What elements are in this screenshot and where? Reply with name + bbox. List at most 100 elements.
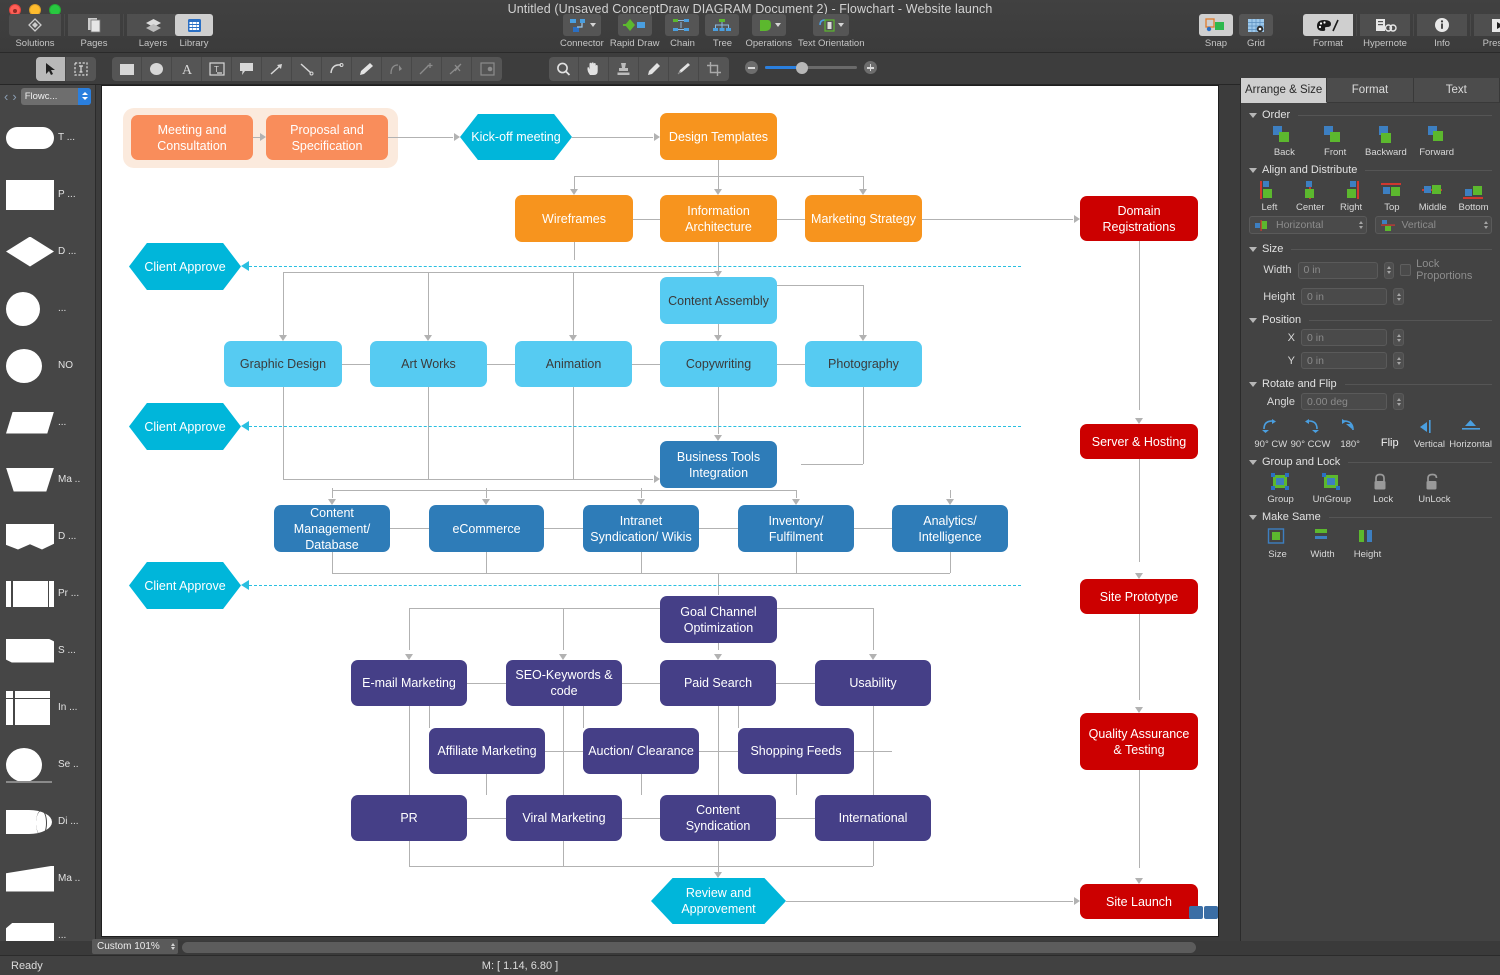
add-point-icon[interactable] bbox=[412, 57, 442, 81]
zoom-level-select[interactable]: Custom 101% bbox=[92, 939, 178, 954]
diagram-canvas[interactable]: Meeting and ConsultationProposal and Spe… bbox=[101, 85, 1219, 937]
grid-icon[interactable] bbox=[1239, 14, 1273, 36]
list-item[interactable]: D ... bbox=[0, 223, 94, 280]
make-same-size-button[interactable]: Size bbox=[1255, 528, 1300, 560]
disclosure-triangle-icon[interactable] bbox=[1249, 382, 1257, 387]
line-icon[interactable] bbox=[292, 57, 322, 81]
list-item[interactable]: ... bbox=[0, 280, 94, 337]
minus-icon[interactable] bbox=[745, 61, 758, 74]
angle-input[interactable]: 0.00 deg bbox=[1301, 393, 1387, 410]
rotate-90ccw-button[interactable]: 90° CCW bbox=[1291, 418, 1331, 450]
bezier-icon[interactable] bbox=[382, 57, 412, 81]
chain-icon[interactable] bbox=[665, 14, 699, 36]
present-icon[interactable] bbox=[1474, 14, 1500, 36]
diagram-node-photography[interactable]: Photography bbox=[805, 341, 922, 387]
toolbar-connector[interactable]: Connector bbox=[557, 14, 607, 49]
diagram-node-paid[interactable]: Paid Search bbox=[660, 660, 776, 706]
diagram-node-inventory[interactable]: Inventory/ Fulfilment bbox=[738, 505, 854, 552]
library-dropdown[interactable]: Flowc... bbox=[21, 88, 91, 105]
toolbar-rapid-draw[interactable]: Rapid Draw bbox=[607, 14, 663, 49]
diagram-node-affiliate[interactable]: Affiliate Marketing bbox=[429, 728, 545, 774]
toolbar-operations[interactable]: Operations bbox=[742, 14, 794, 49]
list-item[interactable]: T ... bbox=[0, 109, 94, 166]
toolbar-format[interactable]: Format bbox=[1300, 14, 1356, 49]
order-forward-button[interactable]: Forward bbox=[1411, 126, 1462, 158]
text-select-icon[interactable] bbox=[66, 57, 96, 81]
zoom-icon[interactable] bbox=[549, 57, 579, 81]
align-right-button[interactable]: Right bbox=[1331, 181, 1372, 213]
tab-arrange-size[interactable]: Arrange & Size bbox=[1241, 78, 1327, 103]
align-middle-button[interactable]: Middle bbox=[1412, 181, 1453, 213]
zoom-slider-knob[interactable] bbox=[796, 62, 808, 74]
tree-icon[interactable] bbox=[705, 14, 739, 36]
pointer-icon[interactable] bbox=[36, 57, 66, 81]
list-item[interactable]: ... bbox=[0, 394, 94, 451]
toolbar-library[interactable]: Library bbox=[172, 14, 216, 49]
canvas-vertical-scrollbar[interactable] bbox=[1227, 85, 1240, 937]
list-item[interactable]: P ... bbox=[0, 166, 94, 223]
diagram-node-seo[interactable]: SEO-Keywords & code bbox=[506, 660, 622, 706]
diagram-node-usability[interactable]: Usability bbox=[815, 660, 931, 706]
group-button[interactable]: Group bbox=[1255, 473, 1306, 505]
angle-stepper[interactable] bbox=[1393, 393, 1404, 410]
diagram-node-copywriting[interactable]: Copywriting bbox=[660, 341, 777, 387]
ungroup-button[interactable]: UnGroup bbox=[1306, 473, 1357, 505]
list-item[interactable]: In ... bbox=[0, 679, 94, 736]
zoom-slider[interactable] bbox=[765, 66, 857, 69]
distribute-vertical-select[interactable]: Vertical bbox=[1375, 216, 1493, 234]
diagram-node-auction[interactable]: Auction/ Clearance bbox=[583, 728, 699, 774]
diagram-node-approve3[interactable]: Client Approve bbox=[129, 562, 241, 609]
toolbar-snap[interactable]: Snap bbox=[1196, 14, 1236, 49]
diagram-node-artworks[interactable]: Art Works bbox=[370, 341, 487, 387]
flip-horizontal-button[interactable]: Horizontal bbox=[1449, 418, 1492, 450]
list-item[interactable]: Di ... bbox=[0, 793, 94, 850]
width-input[interactable]: 0 in bbox=[1298, 262, 1378, 279]
checkbox-icon[interactable] bbox=[1400, 264, 1411, 276]
lock-proportions-checkbox[interactable]: Lock Proportions bbox=[1400, 258, 1492, 282]
list-item[interactable]: S ... bbox=[0, 622, 94, 679]
library-icon[interactable] bbox=[175, 14, 213, 36]
order-backward-button[interactable]: Backward bbox=[1361, 126, 1412, 158]
disclosure-triangle-icon[interactable] bbox=[1249, 168, 1257, 173]
tab-format[interactable]: Format bbox=[1327, 78, 1413, 103]
diagram-node-email[interactable]: E-mail Marketing bbox=[351, 660, 467, 706]
disclosure-triangle-icon[interactable] bbox=[1249, 318, 1257, 323]
order-front-button[interactable]: Front bbox=[1310, 126, 1361, 158]
diagram-node-domain[interactable]: Domain Registrations bbox=[1080, 196, 1198, 241]
hypernote-icon[interactable] bbox=[1360, 14, 1410, 36]
text-orientation-icon[interactable] bbox=[813, 14, 849, 36]
diagram-node-proposal[interactable]: Proposal and Specification bbox=[266, 115, 388, 160]
list-item[interactable]: Se .. bbox=[0, 736, 94, 793]
list-item[interactable]: ... bbox=[0, 907, 94, 941]
image-icon[interactable] bbox=[472, 57, 502, 81]
toolbar-grid[interactable]: Grid bbox=[1236, 14, 1276, 49]
y-input[interactable]: 0 in bbox=[1301, 352, 1387, 369]
y-stepper[interactable] bbox=[1393, 352, 1404, 369]
diagram-node-qa[interactable]: Quality Assurance & Testing bbox=[1080, 713, 1198, 770]
diagram-node-goal[interactable]: Goal Channel Optimization bbox=[660, 596, 777, 643]
ellipse-icon[interactable] bbox=[142, 57, 172, 81]
pages-icon[interactable] bbox=[68, 14, 120, 36]
rotate-180-button[interactable]: 180° bbox=[1330, 418, 1370, 450]
diagram-node-approve1[interactable]: Client Approve bbox=[129, 243, 241, 290]
diagram-node-syndication[interactable]: Content Syndication bbox=[660, 795, 776, 841]
zoom-slider-control[interactable] bbox=[745, 61, 877, 74]
order-back-button[interactable]: Back bbox=[1259, 126, 1310, 158]
rapid-draw-icon[interactable] bbox=[618, 14, 652, 36]
diagram-node-analytics[interactable]: Analytics/ Intelligence bbox=[892, 505, 1008, 552]
disclosure-triangle-icon[interactable] bbox=[1249, 247, 1257, 252]
diagram-node-design[interactable]: Design Templates bbox=[660, 113, 777, 160]
diagram-node-viral[interactable]: Viral Marketing bbox=[506, 795, 622, 841]
diagram-node-serverhost[interactable]: Server & Hosting bbox=[1080, 424, 1198, 459]
remove-point-icon[interactable] bbox=[442, 57, 472, 81]
pen-icon[interactable] bbox=[352, 57, 382, 81]
diagram-node-cms[interactable]: Content Management/ Database bbox=[274, 505, 390, 552]
diagram-node-review[interactable]: Review and Approvement bbox=[651, 878, 786, 924]
height-input[interactable]: 0 in bbox=[1301, 288, 1387, 305]
disclosure-triangle-icon[interactable] bbox=[1249, 515, 1257, 520]
diagram-node-prototype[interactable]: Site Prototype bbox=[1080, 579, 1198, 614]
distribute-horizontal-select[interactable]: Horizontal bbox=[1249, 216, 1367, 234]
snap-icon[interactable] bbox=[1199, 14, 1233, 36]
disclosure-triangle-icon[interactable] bbox=[1249, 113, 1257, 118]
diagram-node-assembly[interactable]: Content Assembly bbox=[660, 277, 777, 324]
